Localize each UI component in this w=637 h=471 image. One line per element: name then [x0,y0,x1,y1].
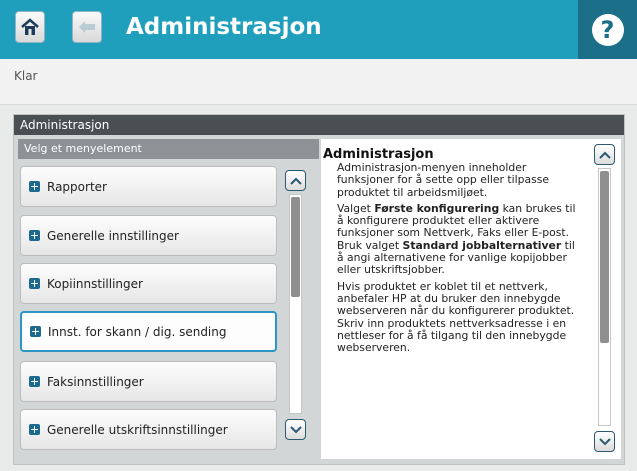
home-button[interactable] [15,11,45,43]
back-arrow-icon [79,21,95,33]
panel-title: Administrasjon [14,115,624,135]
description-scroll-down-button[interactable] [594,431,615,452]
page-title: Administrasjon [126,14,322,40]
description-scroll-thumb[interactable] [600,171,609,343]
menu-item-label: Generelle innstillinger [47,228,179,243]
status-area: Klar [0,59,637,105]
menu-item-label: Innst. for skann / dig. sending [48,324,227,339]
status-text: Klar [14,69,38,83]
expand-icon [29,230,40,241]
chevron-down-icon [289,425,302,433]
menu-item-label: Rapporter [47,179,107,194]
description-body: Administrasjon-menyen inneholder funksjo… [337,161,577,358]
chevron-up-icon [598,151,611,159]
expand-icon [29,424,40,435]
menu-item-label: Faksinnstillinger [47,374,144,389]
menu-item-label: Kopiinnstillinger [47,276,143,291]
list-scroll-thumb[interactable] [291,197,300,297]
list-scroll-up-button[interactable] [285,170,306,191]
expand-icon [30,326,41,337]
back-button[interactable] [72,11,102,43]
description-panel: Administrasjon Administrasjon-menyen inn… [321,139,621,459]
help-icon: ? [591,13,624,46]
description-scrollbar[interactable] [598,168,611,426]
menu-item-generelle-utskriftsinnstillinger[interactable]: Generelle utskriftsinnstillinger [20,409,277,450]
description-scroll-up-button[interactable] [594,144,615,165]
admin-panel: Administrasjon Velg et menyelement Rappo… [13,114,625,465]
top-bar: Administrasjon ? [0,0,637,59]
menu-item-label: Generelle utskriftsinnstillinger [47,422,228,437]
chevron-up-icon [289,177,302,185]
expand-icon [29,376,40,387]
list-scroll-down-button[interactable] [285,419,306,440]
description-paragraph: Administrasjon-menyen inneholder funksjo… [337,161,549,199]
expand-icon [29,181,40,192]
menu-item-rapporter[interactable]: Rapporter [20,166,277,207]
chevron-down-icon [598,437,611,445]
list-scrollbar[interactable] [289,194,302,414]
home-icon [21,18,39,35]
expand-icon [29,278,40,289]
menu-item-skann-dig-sending[interactable]: Innst. for skann / dig. sending [20,311,277,352]
menu-item-kopiinnstillinger[interactable]: Kopiinnstillinger [20,263,277,304]
help-button[interactable]: ? [578,0,637,59]
menu-item-faksinnstillinger[interactable]: Faksinnstillinger [20,361,277,402]
description-paragraph: Hvis produktet er koblet til et nettverk… [337,279,575,355]
description-paragraph: Valget Første konfigurering kan brukes t… [337,201,576,277]
menu-item-generelle-innstillinger[interactable]: Generelle innstillinger [20,215,277,256]
list-header: Velg et menyelement [18,139,319,159]
description-title: Administrasjon [323,147,434,162]
